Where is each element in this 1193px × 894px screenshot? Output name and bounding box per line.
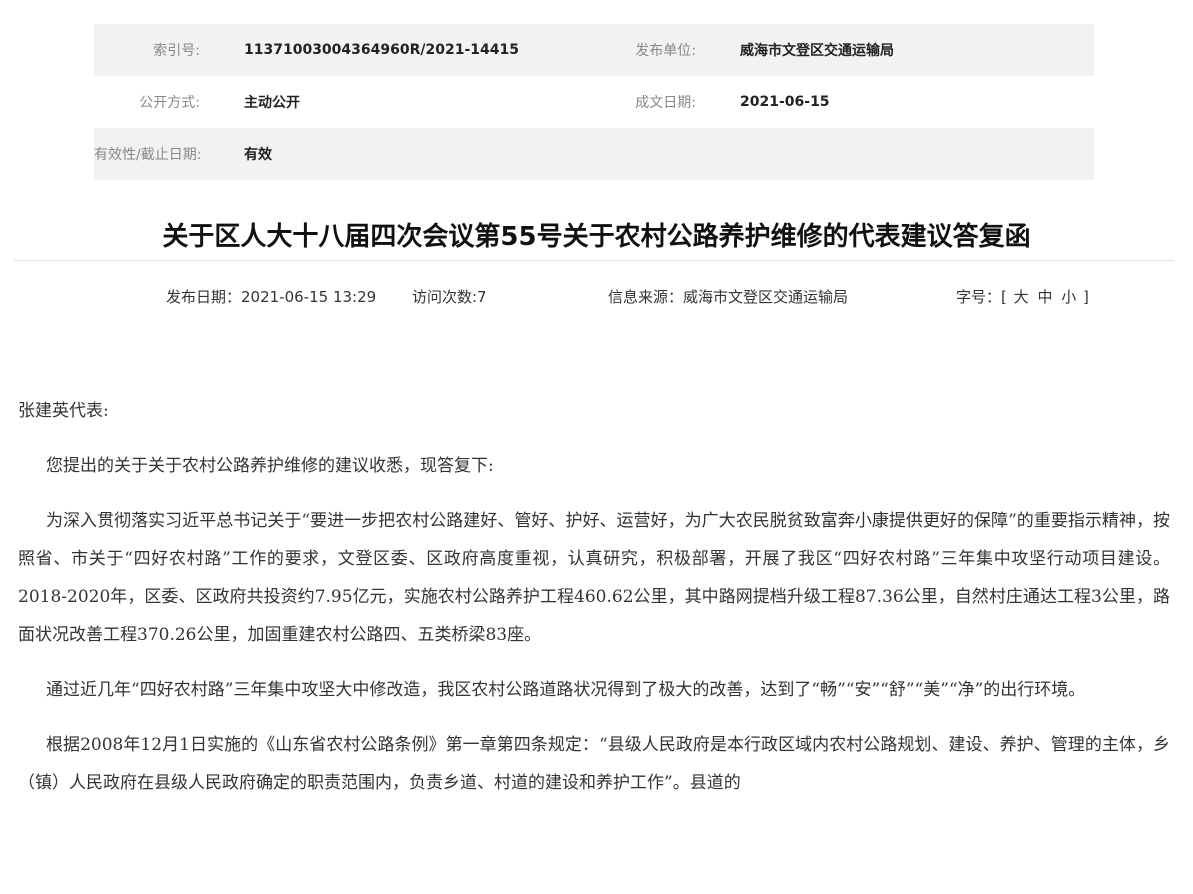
- salutation: 张建英代表:: [18, 401, 109, 421]
- page-title: 关于区人大十八届四次会议第55号关于农村公路养护维修的代表建议答复函: [162, 222, 1031, 252]
- publisher-value: 威海市文登区交通运输局: [740, 43, 894, 59]
- disclosure-label: 公开方式:: [139, 95, 200, 111]
- disclosure-value: 主动公开: [244, 95, 300, 111]
- info-source: 信息来源：威海市文登区交通运输局: [608, 288, 849, 306]
- index-no-value: 11371003004364960R/2021-14415: [244, 42, 519, 58]
- font-size-close-bracket: ]: [1083, 288, 1089, 306]
- article-paragraph: 为深入贯彻落实习近平总书记关于“要进一步把农村公路建好、管好、护好、运营好，为广…: [18, 511, 1170, 645]
- index-no-label: 索引号:: [153, 43, 200, 59]
- date-value: 2021-06-15: [740, 94, 830, 110]
- font-size-small-link[interactable]: 小: [1061, 288, 1076, 306]
- meta-row-index: 索引号: 11371003004364960R/2021-14415 发布单位:…: [94, 24, 1094, 76]
- validity-value: 有效: [244, 147, 272, 163]
- visit-count: 访问次数:7: [412, 288, 487, 306]
- meta-row-disclosure: 公开方式: 主动公开 成文日期: 2021-06-15: [94, 76, 1094, 128]
- article-paragraph: 您提出的关于关于农村公路养护维修的建议收悉，现答复下:: [46, 456, 494, 476]
- publish-date: 发布日期：2021-06-15 13:29: [166, 288, 377, 306]
- font-size-label: 字号：[: [956, 288, 1007, 306]
- article-paragraph: 通过近几年“四好农村路”三年集中攻坚大中修改造，我区农村公路道路状况得到了极大的…: [46, 680, 1086, 700]
- font-size-large-link[interactable]: 大: [1014, 288, 1029, 306]
- font-size-medium-link[interactable]: 中: [1037, 288, 1052, 306]
- publisher-label: 发布单位:: [635, 43, 696, 59]
- info-bar: 发布日期：2021-06-15 13:29 访问次数:7 信息来源：威海市文登区…: [0, 286, 1193, 306]
- font-size-control: 字号：[ 大 中 小 ]: [956, 286, 1089, 307]
- article-paragraph: 根据2008年12月1日实施的《山东省农村公路条例》第一章第四条规定：“县级人民…: [18, 735, 1170, 793]
- date-label: 成文日期:: [635, 95, 696, 111]
- title-divider: [14, 260, 1174, 261]
- article-body: 张建英代表: 您提出的关于关于农村公路养护维修的建议收悉，现答复下: 为深入贯彻…: [18, 392, 1170, 819]
- validity-label: 有效性/截止日期:: [94, 147, 202, 163]
- meta-row-validity: 有效性/截止日期: 有效: [94, 128, 1094, 180]
- document-meta-table: 索引号: 11371003004364960R/2021-14415 发布单位:…: [94, 24, 1094, 180]
